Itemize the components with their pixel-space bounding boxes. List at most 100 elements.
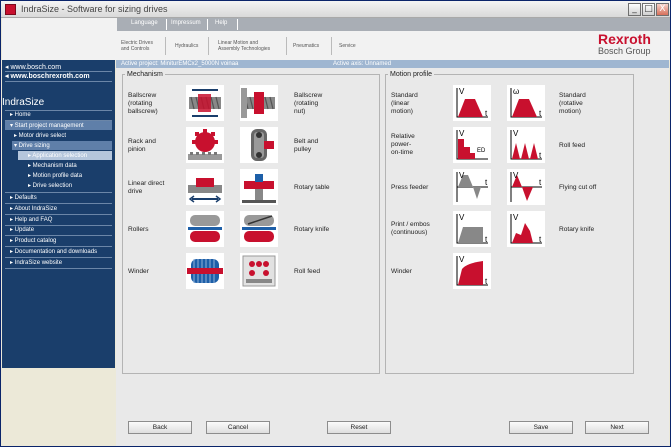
rotary-knife-profile-icon[interactable]: Vt [507, 211, 545, 247]
site-header: Language Impressum Help Electric Drives a… [2, 18, 670, 60]
mechanism-label: Winder [128, 268, 149, 275]
nav-documentation[interactable]: ▸ Documentation and downloads [10, 248, 97, 255]
press-feeder-profile-icon[interactable]: Vt [453, 169, 491, 205]
top-nav-impressum[interactable]: Impressum [171, 20, 201, 26]
sidebar-divider [5, 257, 112, 258]
rollers-icon[interactable] [186, 211, 224, 247]
nav-start-project[interactable]: ▾ Start project management [10, 122, 84, 129]
standard-rotative-profile-icon[interactable]: ωt [507, 85, 545, 121]
rexroth-logo: Rexroth Bosch Group [598, 32, 658, 58]
mechanism-label: Rotary knife [294, 226, 330, 233]
category-label: Assembly Technologies [218, 46, 271, 52]
sidebar-divider [5, 203, 112, 204]
motion-label: Rotary knife [559, 226, 595, 233]
maximize-button[interactable]: □ [642, 3, 655, 16]
sidebar-divider [5, 246, 112, 247]
category-electric-drives[interactable]: Electric Drives and Controls [121, 40, 153, 52]
top-nav-divider [207, 19, 208, 30]
minimize-button[interactable]: _ [628, 3, 641, 16]
ed-label: ED [477, 148, 486, 154]
winder-icon[interactable] [186, 253, 224, 289]
print-embos-profile-icon[interactable]: Vt [453, 211, 491, 247]
nav-home[interactable]: ▸ Home [10, 111, 31, 118]
nav-update[interactable]: ▸ Update [10, 226, 34, 233]
nav-defaults[interactable]: ▸ Defaults [10, 194, 37, 201]
link-bosch[interactable]: ◂ www.bosch.com [5, 63, 61, 71]
sidebar-divider [5, 268, 112, 269]
axis-v-label: V [459, 129, 465, 138]
top-nav-help[interactable]: Help [215, 20, 227, 26]
top-nav: Language Impressum Help [117, 18, 670, 31]
mechanism-label: Rack and pinion [128, 138, 156, 153]
motion-label: Standard (rotative motion) [559, 92, 586, 115]
nav-motor-drive-select[interactable]: ▸ Motor drive select [14, 132, 66, 139]
window-title: IndraSize - Software for sizing drives [21, 4, 168, 14]
ballscrew-rotating-icon[interactable] [186, 85, 224, 121]
category-divider [208, 37, 209, 55]
mechanism-label: Linear direct drive [128, 180, 165, 195]
category-label: Hydraulics [175, 43, 199, 49]
title-bar: IndraSize - Software for sizing drives _… [1, 1, 670, 18]
app-window: IndraSize - Software for sizing drives _… [0, 0, 671, 447]
mechanism-label: Ballscrew (rotating ballscrew) [128, 92, 158, 115]
nav-mechanism-data[interactable]: ▸ Mechanism data [28, 162, 77, 169]
relative-power-profile-icon[interactable]: V ED [453, 127, 491, 163]
mechanism-label: Rollers [128, 226, 149, 233]
close-button[interactable]: X [656, 3, 669, 16]
nav-indrasize-website[interactable]: ▸ IndraSize website [10, 259, 62, 266]
cancel-button[interactable]: Cancel [206, 421, 270, 434]
motion-label: Relative power- on-time [391, 133, 415, 156]
category-divider [165, 37, 166, 55]
rack-pinion-icon[interactable] [186, 127, 224, 163]
category-service[interactable]: Service [339, 43, 356, 49]
category-hydraulics[interactable]: Hydraulics [175, 43, 198, 49]
category-nav: Electric Drives and Controls Hydraulics L… [117, 32, 587, 59]
rotary-knife-icon[interactable] [240, 211, 278, 247]
axis-v-label: V [513, 213, 519, 222]
belt-pulley-icon[interactable] [240, 127, 278, 163]
linear-drive-icon[interactable] [186, 169, 224, 205]
next-button[interactable]: Next [585, 421, 649, 434]
mechanism-label: Roll feed [294, 268, 321, 275]
flying-cutoff-profile-icon[interactable]: Vt [507, 169, 545, 205]
save-button[interactable]: Save [509, 421, 573, 434]
sidebar: ◂ www.bosch.com ◂ www.boschrexroth.com I… [2, 60, 115, 368]
rotary-table-icon[interactable] [240, 169, 278, 205]
category-pneumatics[interactable]: Pneumatics [293, 43, 319, 49]
ballscrew-nut-icon[interactable] [240, 85, 278, 121]
nav-drive-sizing[interactable]: ▾ Drive sizing [14, 142, 50, 149]
winder-profile-icon[interactable]: Vt [453, 253, 491, 289]
nav-product-catalog[interactable]: ▸ Product catalog [10, 237, 56, 244]
standard-linear-profile-icon[interactable]: Vt [453, 85, 491, 121]
category-linear-motion[interactable]: Linear Motion and Assembly Technologies [218, 40, 270, 52]
motion-label: Standard (linear motion) [391, 92, 418, 115]
motion-label: Print / embos (continuous) [391, 221, 430, 236]
logo-group: Bosch Group [598, 46, 651, 56]
motion-label: Winder [391, 268, 412, 275]
link-boschrexroth[interactable]: ◂ www.boschrexroth.com [5, 72, 90, 80]
top-nav-language[interactable]: Language [131, 20, 158, 26]
nav-about[interactable]: ▸ About IndraSize [10, 205, 57, 212]
active-axis: Active axis: Unnamed [333, 61, 392, 67]
roll-feed-profile-icon[interactable]: Vt [507, 127, 545, 163]
roll-feed-icon[interactable] [240, 253, 278, 289]
back-button[interactable]: Back [128, 421, 192, 434]
logo-brand: Rexroth [598, 31, 651, 47]
nav-help-faq[interactable]: ▸ Help and FAQ [10, 216, 52, 223]
nav-drive-selection[interactable]: ▸ Drive selection [28, 182, 72, 189]
sidebar-divider [5, 235, 112, 236]
mechanism-label: Belt and pulley [294, 138, 319, 153]
nav-application-selection[interactable]: ▸ Application selection [28, 152, 87, 159]
active-status-bar: Active project: MiniturEMCx2_5000N voina… [116, 60, 669, 68]
reset-button[interactable]: Reset [327, 421, 391, 434]
nav-motion-profile-data[interactable]: ▸ Motion profile data [28, 172, 82, 179]
mechanism-label: Rotary table [294, 184, 330, 191]
axis-v-label: V [459, 87, 465, 96]
category-divider [286, 37, 287, 55]
axis-v-label: V [513, 171, 519, 180]
sidebar-divider [5, 81, 112, 82]
axis-v-label: V [459, 171, 465, 180]
top-nav-divider [237, 19, 238, 30]
active-project: Active project: MiniturEMCx2_5000N voina… [121, 61, 239, 67]
main-content: Mechanism Motion profile Ballscrew (rota… [116, 68, 669, 446]
